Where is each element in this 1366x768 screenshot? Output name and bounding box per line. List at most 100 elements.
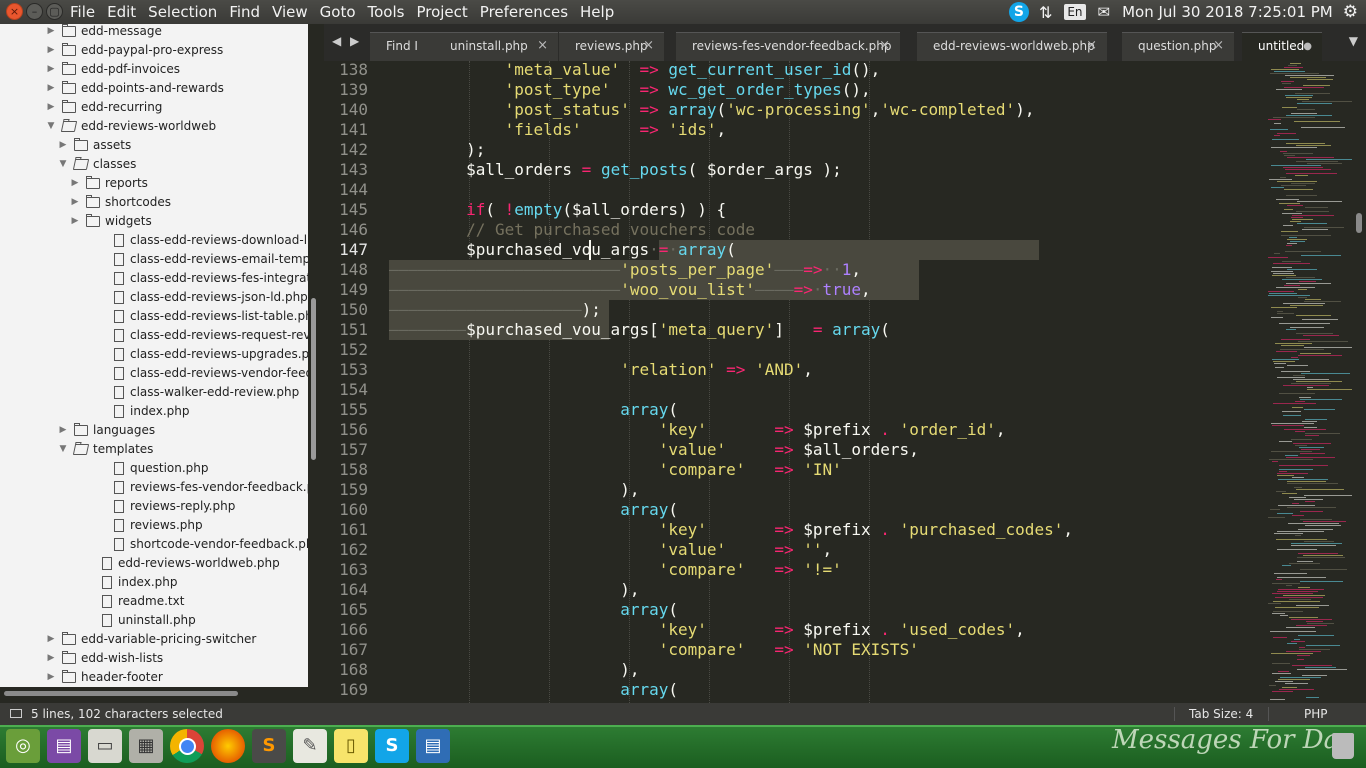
document-icon[interactable]: ▤ <box>416 729 450 763</box>
tree-folder[interactable]: ▶ edd-message <box>0 24 308 41</box>
tree-file[interactable]: class-edd-reviews-upgrades.php <box>0 345 308 364</box>
syntax-selector[interactable]: PHP <box>1304 703 1328 725</box>
tree-file[interactable]: class-edd-reviews-fes-integration.ph <box>0 269 308 288</box>
code-line[interactable]: array( <box>389 600 678 620</box>
collapsed-arrow-icon[interactable]: ▶ <box>46 668 56 687</box>
menu-help[interactable]: Help <box>574 2 620 22</box>
menu-find[interactable]: Find <box>223 2 266 22</box>
close-tab-icon[interactable]: × <box>1086 33 1097 59</box>
tree-folder[interactable]: ▶ edd-paypal-pro-express <box>0 41 308 60</box>
code-line[interactable]: ), <box>389 580 639 600</box>
code-line[interactable]: 'value' => $all_orders, <box>389 440 919 460</box>
tree-folder[interactable]: ▼ templates <box>0 440 308 459</box>
menu-selection[interactable]: Selection <box>142 2 223 22</box>
calculator-icon[interactable]: ▦ <box>129 729 163 763</box>
menu-goto[interactable]: Goto <box>314 2 362 22</box>
tree-folder[interactable]: ▶ edd-variable-pricing-switcher <box>0 630 308 649</box>
tree-folder[interactable]: ▼ classes <box>0 155 308 174</box>
close-tab-icon[interactable]: × <box>1213 33 1224 59</box>
tree-file[interactable]: reviews-fes-vendor-feedback.php <box>0 478 308 497</box>
collapsed-arrow-icon[interactable]: ▶ <box>46 60 56 79</box>
collapsed-arrow-icon[interactable]: ▶ <box>46 41 56 60</box>
tree-file[interactable]: class-edd-reviews-list-table.php <box>0 307 308 326</box>
code-line[interactable]: array( <box>389 500 678 520</box>
tab[interactable]: reviews-fes-vendor-feedback.php × <box>676 32 900 61</box>
skype-tray-icon[interactable]: S <box>1008 2 1029 22</box>
menu-edit[interactable]: Edit <box>101 2 142 22</box>
files-icon[interactable]: ▤ <box>47 729 81 763</box>
code-line[interactable]: 'post_status' => array('wc-processing','… <box>389 100 1035 120</box>
tree-file[interactable]: index.php <box>0 573 308 592</box>
tab-list-dropdown-icon[interactable]: ▼ <box>1349 34 1358 48</box>
tree-file[interactable]: question.php <box>0 459 308 478</box>
code-line[interactable]: 'key' => $prefix . 'used_codes', <box>389 620 1025 640</box>
code-line[interactable]: array( <box>389 400 678 420</box>
toggle-panel-icon[interactable] <box>10 709 22 718</box>
expanded-arrow-icon[interactable]: ▼ <box>58 440 68 459</box>
tree-file[interactable]: class-edd-reviews-request-review.ph <box>0 326 308 345</box>
tree-folder[interactable]: ▶ edd-recurring <box>0 98 308 117</box>
tree-folder[interactable]: ▶ edd-wish-lists <box>0 649 308 668</box>
collapsed-arrow-icon[interactable]: ▶ <box>46 630 56 649</box>
code-line[interactable]: 'key' => $prefix . 'purchased_codes', <box>389 520 1073 540</box>
tree-file[interactable]: reviews-reply.php <box>0 497 308 516</box>
code-line[interactable]: 'compare' => 'NOT EXISTS' <box>389 640 919 660</box>
code-line[interactable]: ), <box>389 660 639 680</box>
code-line[interactable]: $purchased_vou_args·=·array( <box>389 240 736 260</box>
close-window-button[interactable]: × <box>6 3 23 20</box>
tab[interactable]: edd-reviews-worldweb.php × <box>917 32 1107 61</box>
code-line[interactable]: 'meta_value' => get_current_user_id(), <box>389 61 881 80</box>
keyboard-layout-indicator[interactable]: En <box>1064 4 1086 20</box>
collapsed-arrow-icon[interactable]: ▶ <box>70 174 80 193</box>
tree-file[interactable]: class-edd-reviews-email-template-ta <box>0 250 308 269</box>
code-line[interactable]: 'compare' => '!=' <box>389 560 842 580</box>
code-line[interactable]: 'post_type' => wc_get_order_types(), <box>389 80 871 100</box>
tree-folder[interactable]: ▶ widgets <box>0 212 308 231</box>
code-line[interactable]: $all_orders = get_posts( $order_args ); <box>389 160 842 180</box>
collapsed-arrow-icon[interactable]: ▶ <box>46 98 56 117</box>
menu-view[interactable]: View <box>266 2 314 22</box>
tab[interactable]: question.php × <box>1122 32 1234 61</box>
close-tab-icon[interactable]: × <box>879 33 890 59</box>
code-line[interactable]: ), <box>389 480 639 500</box>
mail-icon[interactable]: ✉ <box>1098 3 1111 21</box>
tab-size-selector[interactable]: Tab Size: 4 <box>1189 703 1253 725</box>
tree-file[interactable]: readme.txt <box>0 592 308 611</box>
tree-folder[interactable]: ▼ edd-reviews-worldweb <box>0 117 308 136</box>
sidebar-vertical-scrollbar[interactable] <box>311 298 316 460</box>
expanded-arrow-icon[interactable]: ▼ <box>58 155 68 174</box>
code-line[interactable]: 'key' => $prefix . 'order_id', <box>389 420 1006 440</box>
tree-folder[interactable]: ▶ edd-points-and-rewards <box>0 79 308 98</box>
tab-scroll-left-icon[interactable]: ◀ <box>332 34 341 48</box>
tab[interactable]: untitled ● <box>1242 32 1322 61</box>
trash-icon[interactable] <box>1332 733 1354 759</box>
tree-folder[interactable]: ▶ shortcodes <box>0 193 308 212</box>
chrome-icon[interactable] <box>170 729 204 763</box>
collapsed-arrow-icon[interactable]: ▶ <box>70 212 80 231</box>
code-editor[interactable]: 138 139 140 141 142 143 144 145 146 147 148 149 150 1… <box>324 61 1356 703</box>
collapsed-arrow-icon[interactable]: ▶ <box>70 193 80 212</box>
code-line[interactable]: 'value' => '', <box>389 540 832 560</box>
close-tab-icon[interactable]: × <box>643 33 654 59</box>
tree-file[interactable]: class-edd-reviews-vendor-feedback- <box>0 364 308 383</box>
tree-folder[interactable]: ▶ reports <box>0 174 308 193</box>
code-line[interactable]: ); <box>389 140 485 160</box>
firefox-icon[interactable] <box>211 729 245 763</box>
collapsed-arrow-icon[interactable]: ▶ <box>58 136 68 155</box>
menu-tools[interactable]: Tools <box>362 2 411 22</box>
maximize-window-button[interactable]: ▢ <box>46 3 63 20</box>
tree-file[interactable]: class-edd-reviews-download-list-table <box>0 231 308 250</box>
menu-file[interactable]: File <box>64 2 101 22</box>
ubuntu-icon[interactable]: ◎ <box>6 729 40 763</box>
code-line[interactable]: ————————————————————————'posts_per_page'… <box>389 260 861 280</box>
code-line[interactable]: if( !empty($all_orders) ) { <box>389 200 726 220</box>
tree-file[interactable]: index.php <box>0 402 308 421</box>
collapsed-arrow-icon[interactable]: ▶ <box>46 79 56 98</box>
tree-file[interactable]: uninstall.php <box>0 611 308 630</box>
code-line[interactable]: 'fields' => 'ids', <box>389 120 727 140</box>
tree-folder[interactable]: ▶ assets <box>0 136 308 155</box>
code-line[interactable]: ————————————————————); <box>389 300 601 320</box>
gear-icon[interactable]: ⚙ <box>1343 2 1358 22</box>
collapsed-arrow-icon[interactable]: ▶ <box>46 649 56 668</box>
code-line[interactable]: // Get purchased vouchers code <box>389 220 755 240</box>
